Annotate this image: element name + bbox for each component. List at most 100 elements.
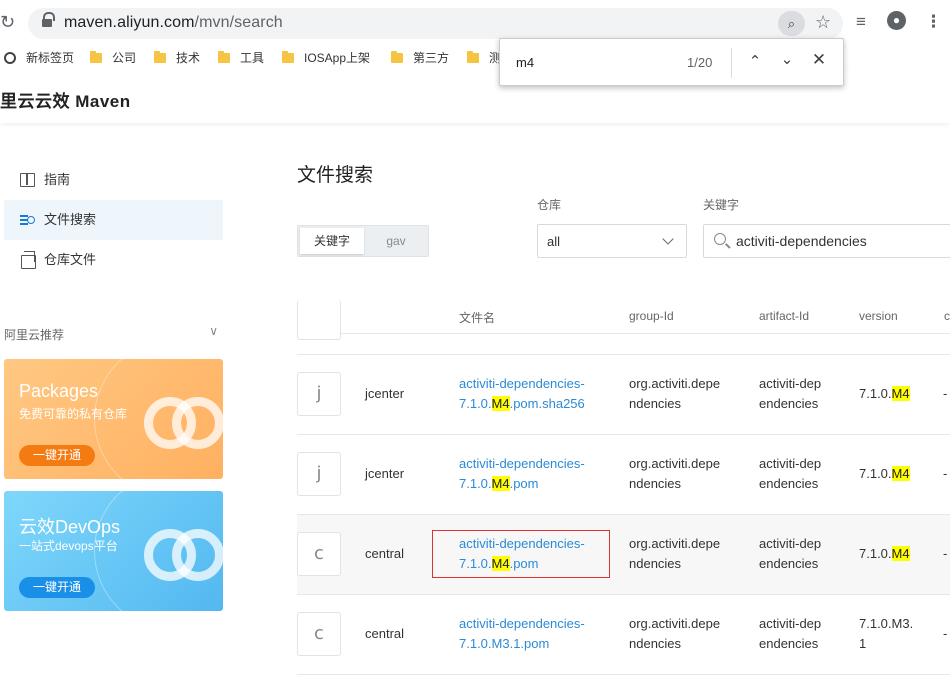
avatar: j bbox=[297, 452, 341, 496]
promo-subtitle: 一站式devops平台 bbox=[19, 539, 118, 553]
find-divider bbox=[731, 48, 732, 78]
bookmark-folder-tech[interactable]: 技术 bbox=[154, 48, 200, 68]
sidebar-item-label: 文件搜索 bbox=[44, 212, 97, 227]
chevron-down-icon bbox=[662, 233, 674, 245]
profile-icon[interactable]: ● bbox=[887, 11, 906, 30]
reload-icon[interactable]: ↻ bbox=[0, 12, 18, 32]
group-id-cell: org.activiti.depe ndencies bbox=[629, 456, 721, 491]
activate-button[interactable]: 一键开通 bbox=[19, 577, 96, 598]
folder-icon bbox=[154, 51, 166, 63]
recommend-title: 阿里云推荐 bbox=[4, 328, 65, 342]
search-list-icon bbox=[20, 213, 35, 227]
mode-gav-option[interactable]: gav bbox=[364, 228, 428, 254]
row-divider bbox=[297, 674, 950, 675]
row-divider bbox=[297, 434, 950, 435]
folder-icon bbox=[282, 51, 294, 63]
bookmark-folder-test[interactable]: 测 bbox=[467, 48, 501, 68]
apps-icon bbox=[4, 52, 16, 64]
promo-card-devops[interactable]: 云效DevOps 一站式devops平台 一键开通 bbox=[4, 491, 223, 611]
find-in-page-icon[interactable]: ⌕ bbox=[778, 11, 805, 36]
repo-cell: jcenter bbox=[365, 466, 405, 481]
column-header-version: version bbox=[859, 309, 898, 323]
folder-icon bbox=[90, 51, 102, 63]
keyword-label: 关键字 bbox=[703, 198, 740, 212]
version-cell: 7.1.0.M4 bbox=[859, 466, 910, 481]
recommend-header[interactable]: 阿里云推荐 ∨ bbox=[4, 324, 223, 343]
extra-cell: - bbox=[943, 466, 948, 481]
selection-highlight-box bbox=[432, 530, 610, 578]
filename-link[interactable]: activiti-dependencies- 7.1.0.M3.1.pom bbox=[459, 614, 585, 654]
group-id-cell: org.activiti.depe ndencies bbox=[629, 536, 721, 571]
bookmark-new-tab[interactable]: 新标签页 bbox=[4, 48, 74, 68]
lock-icon[interactable] bbox=[42, 12, 55, 28]
folder-icon bbox=[391, 51, 403, 63]
sidebar-item-label: 指南 bbox=[44, 172, 71, 187]
column-header-group-id: group-Id bbox=[629, 309, 674, 323]
header-divider bbox=[297, 333, 950, 334]
keyword-input[interactable]: activiti-dependencies bbox=[703, 224, 950, 258]
find-previous-icon[interactable]: ⌃ bbox=[745, 52, 765, 70]
menu-icon[interactable]: ⋮ bbox=[925, 12, 942, 32]
activate-button[interactable]: 一键开通 bbox=[19, 445, 96, 466]
extra-cell: - bbox=[943, 386, 948, 401]
avatar: j bbox=[297, 372, 341, 416]
bookmark-folder-thirdparty[interactable]: 第三方 bbox=[391, 48, 449, 68]
repo-select-value: all bbox=[547, 234, 561, 249]
reading-list-icon[interactable]: ≡ bbox=[856, 12, 866, 32]
artifact-id-cell: activiti-dep endencies bbox=[759, 376, 822, 411]
version-cell: 7.1.0.M4 bbox=[859, 386, 910, 401]
column-header-filename: 文件名 bbox=[459, 311, 496, 325]
row-divider bbox=[297, 594, 950, 595]
artifact-id-cell: activiti-dep endencies bbox=[759, 616, 822, 651]
mode-keyword-option[interactable]: 关键字 bbox=[300, 228, 364, 254]
promo-title: Packages bbox=[19, 381, 99, 401]
find-close-icon[interactable]: ✕ bbox=[809, 50, 829, 70]
row-divider bbox=[297, 354, 950, 355]
extra-cell: - bbox=[943, 546, 948, 561]
promo-title: 云效DevOps bbox=[19, 517, 121, 537]
brand-logo-text[interactable]: 里云云效 Maven bbox=[0, 87, 131, 112]
infinity-icon bbox=[144, 521, 223, 581]
filename-link[interactable]: activiti-dependencies- 7.1.0.M4.pom.sha25… bbox=[459, 374, 585, 414]
sidebar-item-guide[interactable]: 指南 bbox=[4, 160, 223, 200]
find-bar: m4 1/20 ⌃ ⌄ ✕ bbox=[499, 38, 844, 86]
avatar: c bbox=[297, 612, 341, 656]
repo-cell: central bbox=[365, 626, 405, 641]
address-bar[interactable]: maven.aliyun.com/mvn/search ⌕ ☆ bbox=[28, 8, 843, 39]
infinity-icon bbox=[144, 389, 223, 449]
bookmark-folder-iosapp[interactable]: IOSApp上架 bbox=[282, 48, 370, 68]
artifact-id-cell: activiti-dep endencies bbox=[759, 456, 822, 491]
url-text[interactable]: maven.aliyun.com/mvn/search bbox=[64, 14, 283, 32]
folder-icon bbox=[467, 51, 479, 63]
promo-card-packages[interactable]: Packages 免费可靠的私有仓库 一键开通 bbox=[4, 359, 223, 479]
sidebar-item-file-search[interactable]: 文件搜索 bbox=[4, 200, 223, 240]
column-header-artifact-id: artifact-Id bbox=[759, 309, 810, 323]
bookmark-folder-company[interactable]: 公司 bbox=[90, 48, 136, 68]
page-title: 文件搜索 bbox=[297, 165, 374, 186]
repo-cell: central bbox=[365, 546, 405, 561]
sidebar-item-repo-files[interactable]: 仓库文件 bbox=[4, 240, 223, 280]
folder-icon bbox=[218, 51, 230, 63]
search-icon bbox=[714, 233, 726, 245]
filename-link[interactable]: activiti-dependencies- 7.1.0.M4.pom bbox=[459, 454, 585, 494]
bookmark-star-icon[interactable]: ☆ bbox=[815, 12, 831, 33]
repo-cell: jcenter bbox=[365, 386, 405, 401]
search-mode-toggle: 关键字 gav bbox=[297, 225, 429, 257]
sidebar-item-label: 仓库文件 bbox=[44, 252, 97, 267]
repo-select[interactable]: all bbox=[537, 224, 687, 258]
avatar: c bbox=[297, 532, 341, 576]
find-count: 1/20 bbox=[687, 55, 713, 70]
column-header-more: c bbox=[944, 309, 950, 323]
avatar-partial bbox=[297, 300, 341, 340]
version-cell: 7.1.0.M3. 1 bbox=[859, 616, 914, 651]
group-id-cell: org.activiti.depe ndencies bbox=[629, 376, 721, 411]
book-icon bbox=[20, 173, 35, 187]
find-input[interactable]: m4 bbox=[516, 55, 534, 70]
version-cell: 7.1.0.M4 bbox=[859, 546, 910, 561]
bookmark-folder-tools[interactable]: 工具 bbox=[218, 48, 264, 68]
find-next-icon[interactable]: ⌄ bbox=[777, 50, 797, 68]
group-id-cell: org.activiti.depe ndencies bbox=[629, 616, 721, 651]
artifact-id-cell: activiti-dep endencies bbox=[759, 536, 822, 571]
chevron-down-icon[interactable]: ∨ bbox=[209, 324, 218, 338]
promo-subtitle: 免费可靠的私有仓库 bbox=[19, 407, 128, 421]
